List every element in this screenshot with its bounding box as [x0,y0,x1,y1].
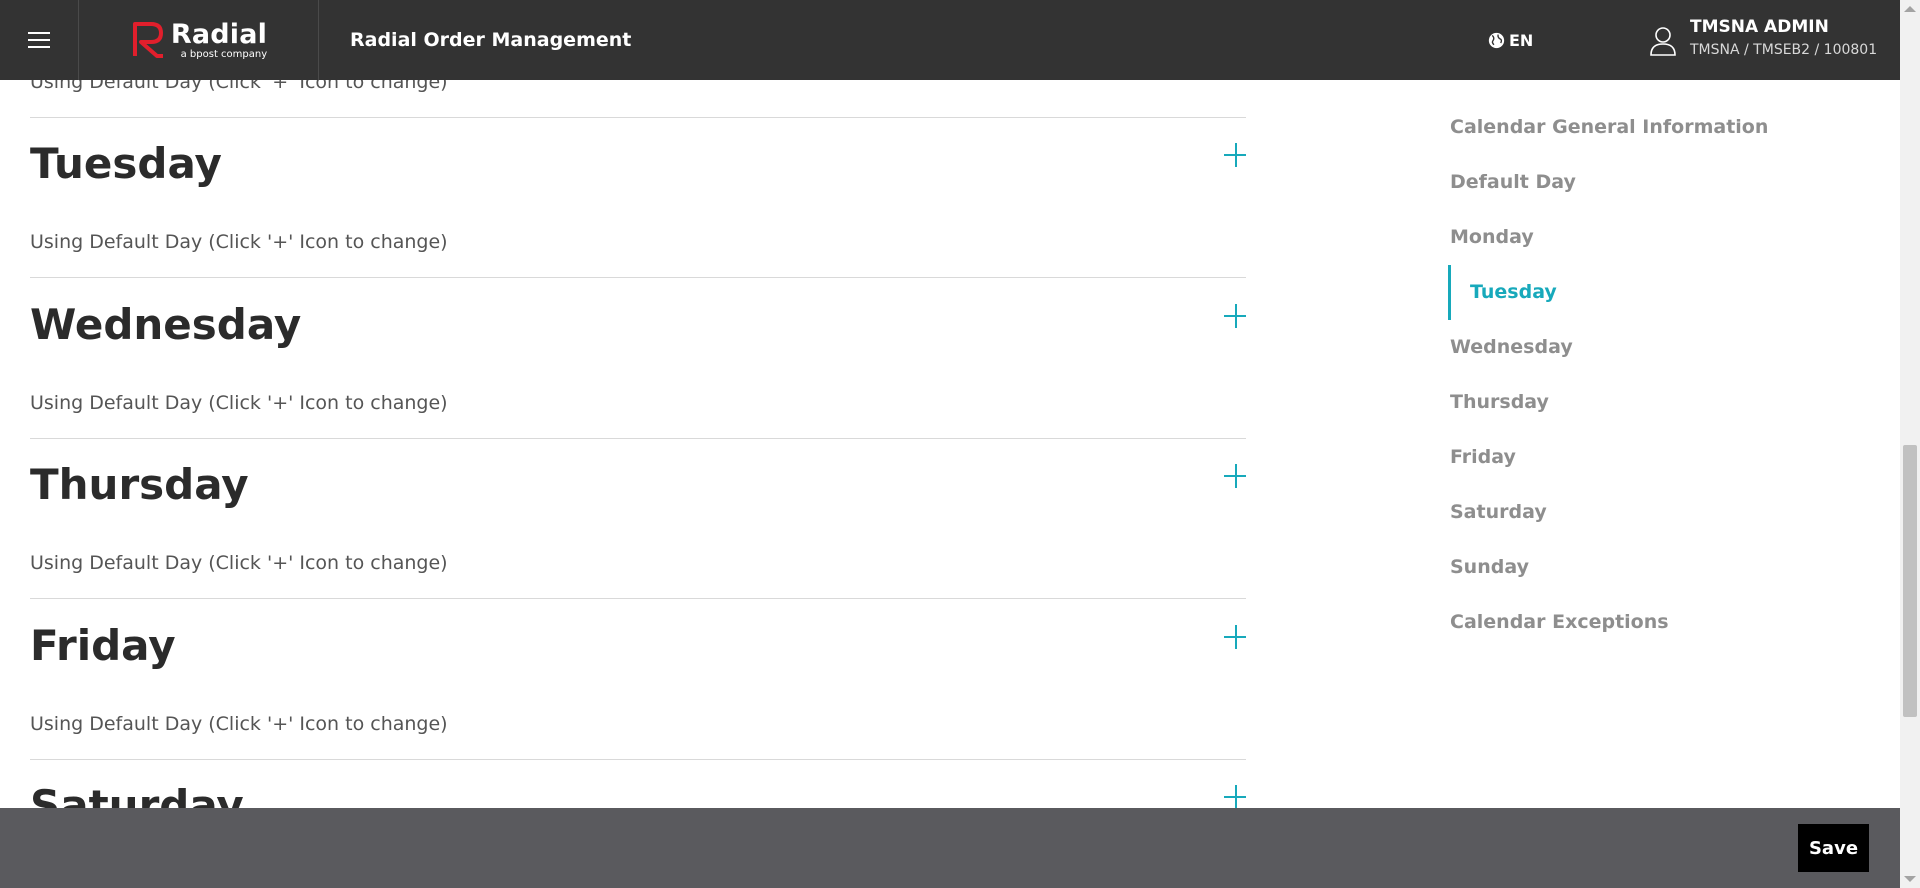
scroll-up-arrow-icon[interactable] [1904,6,1916,12]
day-title: Friday [30,621,176,670]
menu-icon [28,27,50,53]
nav-item-thursday[interactable]: Thursday [1448,375,1868,430]
day-section-thursday: Thursday Using Default Day (Click '+' Ic… [30,438,1246,599]
footer-bar: Save [0,808,1900,888]
user-org-path: TMSNA / TMSEB2 / 100801 [1690,42,1878,58]
add-tuesday-button[interactable] [1224,143,1246,167]
globe-icon [1488,32,1505,48]
day-title: Thursday [30,460,249,509]
nav-item-tuesday[interactable]: Tuesday [1448,265,1868,320]
brand-name: Radial [170,18,268,50]
nav-item-monday[interactable]: Monday [1448,210,1868,265]
language-label: EN [1509,30,1534,50]
scroll-down-arrow-icon[interactable] [1904,876,1916,882]
nav-item-friday[interactable]: Friday [1448,430,1868,485]
add-saturday-button[interactable] [1224,785,1246,808]
day-note: Using Default Day (Click '+' Icon to cha… [30,231,448,253]
language-selector[interactable]: EN [1488,0,1533,80]
top-bar: Radial a bpost company Radial Order Mana… [0,0,1900,80]
radial-logo-icon [132,22,163,58]
brand-subtitle: a bpost company [180,48,268,60]
day-note: Using Default Day (Click '+' Icon to cha… [30,552,448,574]
nav-item-calendar-general-information[interactable]: Calendar General Information [1448,100,1868,155]
menu-button[interactable] [0,0,79,80]
day-section-tuesday: Tuesday Using Default Day (Click '+' Ico… [30,117,1246,278]
save-button[interactable]: Save [1798,824,1869,872]
day-title: Saturday [30,781,244,808]
day-note: Using Default Day (Click '+' Icon to cha… [30,392,448,414]
day-title: Wednesday [30,300,302,349]
logo[interactable]: Radial a bpost company [80,0,319,80]
nav-item-default-day[interactable]: Default Day [1448,155,1868,210]
user-name[interactable]: TMSNA ADMIN [1690,17,1829,37]
day-title: Tuesday [30,139,222,188]
page-scrollbar[interactable] [1900,0,1920,888]
add-wednesday-button[interactable] [1224,304,1246,328]
day-section-saturday: Saturday [30,759,1246,808]
nav-item-saturday[interactable]: Saturday [1448,485,1868,540]
day-note: Using Default Day (Click '+' Icon to cha… [30,713,448,735]
day-section-wednesday: Wednesday Using Default Day (Click '+' I… [30,278,1246,439]
scrollbar-thumb[interactable] [1903,445,1917,717]
nav-item-sunday[interactable]: Sunday [1448,540,1868,595]
day-section-friday: Friday Using Default Day (Click '+' Icon… [30,599,1246,760]
section-navigation: Calendar General Information Default Day… [1448,100,1868,650]
app-title: Radial Order Management [350,29,632,51]
nav-item-wednesday[interactable]: Wednesday [1448,320,1868,375]
add-friday-button[interactable] [1224,625,1246,649]
calendar-day-sections: Using Default Day (Click '+' Icon to cha… [30,0,1246,808]
add-thursday-button[interactable] [1224,464,1246,488]
nav-item-calendar-exceptions[interactable]: Calendar Exceptions [1448,595,1868,650]
user-icon[interactable] [1648,24,1678,56]
